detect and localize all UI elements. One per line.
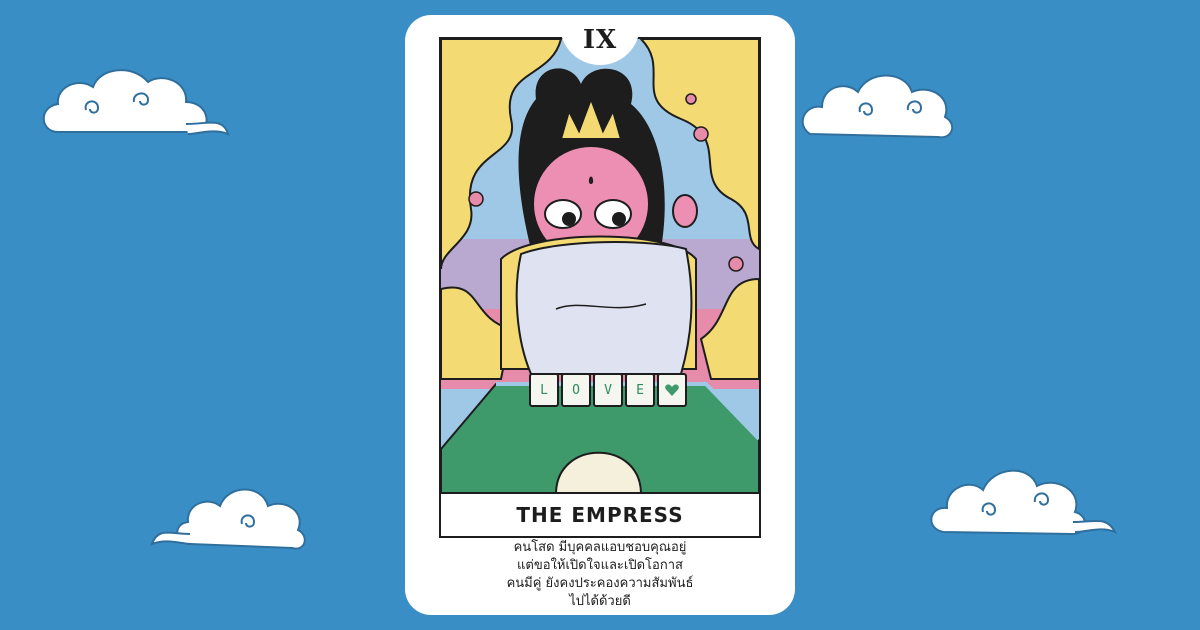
love-tiles: L O V E [529,373,687,407]
tarot-card: L O V E IX THE EMPRESS คนโสด มีบุคคลแอบช… [405,15,795,615]
caption-line: คนมีคู่ ยังคงประคองความสัมพันธ์ [506,576,694,591]
cloud-icon [801,74,954,139]
card-illustration: L O V E [439,37,761,494]
cloud-icon [42,69,230,136]
tile-o: O [561,373,591,407]
cloud-icon [150,488,306,550]
card-title-box: THE EMPRESS [439,494,761,538]
card-title: THE EMPRESS [516,503,684,527]
tile-letter: O [572,382,580,398]
tile-l: L [529,373,559,407]
card-caption: คนโสด มีบุคคลแอบชอบคุณอยู่ แต่ขอให้เปิดใ… [405,539,795,611]
heart-icon [665,384,679,396]
caption-line: แต่ขอให้เปิดใจและเปิดโอกาส [517,558,683,573]
tile-heart [657,373,687,407]
empress-illustration [441,39,759,492]
card-numeral: IX [582,25,618,55]
tile-e: E [625,373,655,407]
caption-line: คนโสด มีบุคคลแอบชอบคุณอยู่ [513,540,687,555]
cloud-icon [930,469,1118,536]
tile-letter: E [636,382,644,398]
tile-letter: V [604,382,612,398]
tile-v: V [593,373,623,407]
caption-line: ไปได้ด้วยดี [569,594,631,609]
tile-letter: L [540,382,548,398]
